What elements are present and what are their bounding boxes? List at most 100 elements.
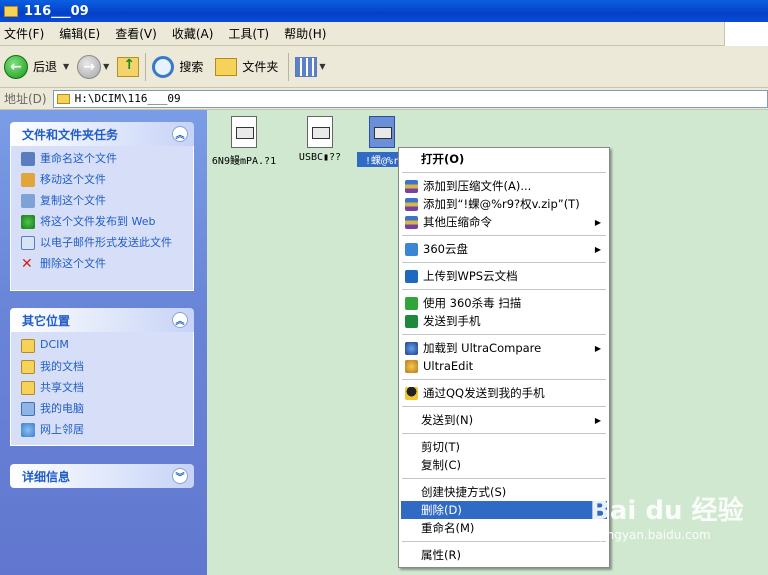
shared-folder-icon bbox=[21, 381, 35, 395]
cloud-icon bbox=[405, 242, 418, 256]
menu-copy[interactable]: 复制(C) bbox=[401, 456, 607, 474]
place-shared-documents[interactable]: 共享文档 bbox=[21, 381, 187, 395]
menu-label: 添加到“!蜾@%r9?权v.zip”(T) bbox=[423, 197, 580, 211]
winrar-icon bbox=[405, 197, 418, 211]
menu-qq-send[interactable]: 通过QQ发送到我的手机 bbox=[401, 384, 607, 402]
menu-label: 使用 360杀毒 扫描 bbox=[423, 296, 522, 310]
file-item[interactable]: USBC▮?? bbox=[285, 116, 355, 163]
file-item[interactable]: 6N9鳗mPA.?1 bbox=[209, 116, 279, 167]
winrar-icon bbox=[405, 215, 418, 229]
task-rename[interactable]: 重命名这个文件 bbox=[21, 152, 187, 166]
folder-icon bbox=[4, 5, 18, 17]
details-header[interactable]: 详细信息 ︾ bbox=[10, 464, 194, 488]
menu-file[interactable]: 文件(F) bbox=[4, 25, 44, 42]
back-button-label[interactable]: 后退 bbox=[33, 58, 57, 75]
context-menu: 打开(O) 添加到压缩文件(A)... 添加到“!蜾@%r9?权v.zip”(T… bbox=[398, 147, 610, 568]
address-path: H:\DCIM\116___09 bbox=[74, 92, 181, 105]
task-move[interactable]: 移动这个文件 bbox=[21, 173, 187, 187]
menu-separator bbox=[402, 172, 606, 173]
panel-title: 文件和文件夹任务 bbox=[22, 127, 119, 142]
task-copy[interactable]: 复制这个文件 bbox=[21, 194, 187, 208]
task-label: 以电子邮件形式发送此文件 bbox=[40, 236, 172, 249]
menu-upload-wps[interactable]: 上传到WPS云文档 bbox=[401, 267, 607, 285]
forward-dropdown-icon[interactable]: ▼ bbox=[103, 62, 109, 71]
search-button-label[interactable]: 搜索 bbox=[179, 58, 203, 75]
menu-properties[interactable]: 属性(R) bbox=[401, 546, 607, 564]
folders-button-label[interactable]: 文件夹 bbox=[242, 58, 278, 75]
delete-x-icon: ✕ bbox=[21, 256, 33, 272]
place-dcim[interactable]: DCIM bbox=[21, 338, 187, 353]
menu-separator bbox=[402, 334, 606, 335]
file-tasks-panel: 文件和文件夹任务 ︽ 重命名这个文件 移动这个文件 复制这个文件 将这个文件发布… bbox=[10, 122, 194, 291]
windows-logo-icon bbox=[724, 22, 768, 46]
menu-rename[interactable]: 重命名(M) bbox=[401, 519, 607, 537]
folders-icon[interactable] bbox=[215, 57, 238, 76]
other-places-body: DCIM 我的文档 共享文档 我的电脑 网上邻居 bbox=[10, 332, 194, 446]
task-pane: 文件和文件夹任务 ︽ 重命名这个文件 移动这个文件 复制这个文件 将这个文件发布… bbox=[0, 110, 207, 575]
menu-other-compress[interactable]: 其他压缩命令 ▶ bbox=[401, 213, 607, 231]
menu-label: 上传到WPS云文档 bbox=[423, 269, 518, 283]
menu-edit[interactable]: 编辑(E) bbox=[59, 25, 100, 42]
views-dropdown-icon[interactable]: ▼ bbox=[319, 62, 325, 71]
menu-separator bbox=[402, 379, 606, 380]
menu-separator bbox=[402, 289, 606, 290]
menu-label: 360云盘 bbox=[423, 242, 468, 256]
place-my-computer[interactable]: 我的电脑 bbox=[21, 402, 187, 416]
menu-360-scan[interactable]: 使用 360杀毒 扫描 bbox=[401, 294, 607, 312]
search-icon[interactable] bbox=[152, 55, 175, 78]
baidu-watermark: Bai du 经验 bbox=[590, 496, 744, 526]
back-arrow-icon[interactable]: ← bbox=[4, 54, 28, 79]
menu-send-phone[interactable]: 发送到手机 bbox=[401, 312, 607, 330]
address-input[interactable]: H:\DCIM\116___09 bbox=[52, 89, 768, 108]
menu-add-archive[interactable]: 添加到压缩文件(A)... bbox=[401, 177, 607, 195]
task-label: 重命名这个文件 bbox=[40, 152, 117, 165]
up-folder-icon[interactable] bbox=[117, 56, 140, 77]
folder-icon bbox=[21, 339, 35, 353]
computer-icon bbox=[21, 402, 35, 416]
winrar-icon bbox=[405, 179, 418, 193]
task-label: 复制这个文件 bbox=[40, 194, 106, 207]
menu-create-shortcut[interactable]: 创建快捷方式(S) bbox=[401, 483, 607, 501]
other-places-panel: 其它位置 ︽ DCIM 我的文档 共享文档 我的电脑 网上邻居 bbox=[10, 308, 194, 446]
back-dropdown-icon[interactable]: ▼ bbox=[63, 62, 69, 71]
folder-icon bbox=[56, 93, 70, 104]
expand-chevron-icon[interactable]: ︾ bbox=[172, 468, 188, 484]
forward-arrow-icon[interactable]: → bbox=[77, 54, 102, 79]
task-publish-web[interactable]: 将这个文件发布到 Web bbox=[21, 215, 187, 229]
place-label: 共享文档 bbox=[40, 381, 84, 394]
menu-delete[interactable]: 删除(D) bbox=[401, 501, 607, 519]
network-icon bbox=[21, 423, 35, 437]
submenu-arrow-icon: ▶ bbox=[594, 415, 601, 425]
globe-icon bbox=[21, 215, 35, 229]
place-label: 我的文档 bbox=[40, 360, 84, 373]
menu-ultracompare[interactable]: 加载到 UltraCompare ▶ bbox=[401, 339, 607, 357]
menu-label: 其他压缩命令 bbox=[423, 215, 492, 229]
menu-label: 添加到压缩文件(A)... bbox=[423, 179, 532, 193]
title-bar: 116___09 bbox=[0, 0, 768, 22]
menu-send-to[interactable]: 发送到(N) ▶ bbox=[401, 411, 607, 429]
menu-favorites[interactable]: 收藏(A) bbox=[172, 25, 214, 42]
menu-help[interactable]: 帮助(H) bbox=[284, 25, 326, 42]
menu-360-cloud[interactable]: 360云盘 ▶ bbox=[401, 240, 607, 258]
views-icon[interactable] bbox=[295, 56, 318, 77]
task-email[interactable]: 以电子邮件形式发送此文件 bbox=[21, 236, 187, 250]
copy-icon bbox=[21, 194, 35, 208]
menu-open[interactable]: 打开(O) bbox=[401, 150, 607, 168]
menu-view[interactable]: 查看(V) bbox=[115, 25, 157, 42]
collapse-chevron-icon[interactable]: ︽ bbox=[172, 126, 188, 142]
task-delete[interactable]: ✕ 删除这个文件 bbox=[21, 257, 187, 271]
ultraedit-icon bbox=[405, 359, 418, 373]
document-icon bbox=[307, 116, 333, 148]
file-tasks-header[interactable]: 文件和文件夹任务 ︽ bbox=[10, 122, 194, 146]
qq-penguin-icon bbox=[405, 386, 418, 400]
menu-cut[interactable]: 剪切(T) bbox=[401, 438, 607, 456]
collapse-chevron-icon[interactable]: ︽ bbox=[172, 312, 188, 328]
shield-icon bbox=[405, 296, 418, 310]
place-network[interactable]: 网上邻居 bbox=[21, 423, 187, 437]
menu-add-to-zip[interactable]: 添加到“!蜾@%r9?权v.zip”(T) bbox=[401, 195, 607, 213]
place-my-documents[interactable]: 我的文档 bbox=[21, 360, 187, 374]
menu-tools[interactable]: 工具(T) bbox=[228, 25, 269, 42]
move-icon bbox=[21, 173, 35, 187]
menu-ultraedit[interactable]: UltraEdit bbox=[401, 357, 607, 375]
other-places-header[interactable]: 其它位置 ︽ bbox=[10, 308, 194, 332]
